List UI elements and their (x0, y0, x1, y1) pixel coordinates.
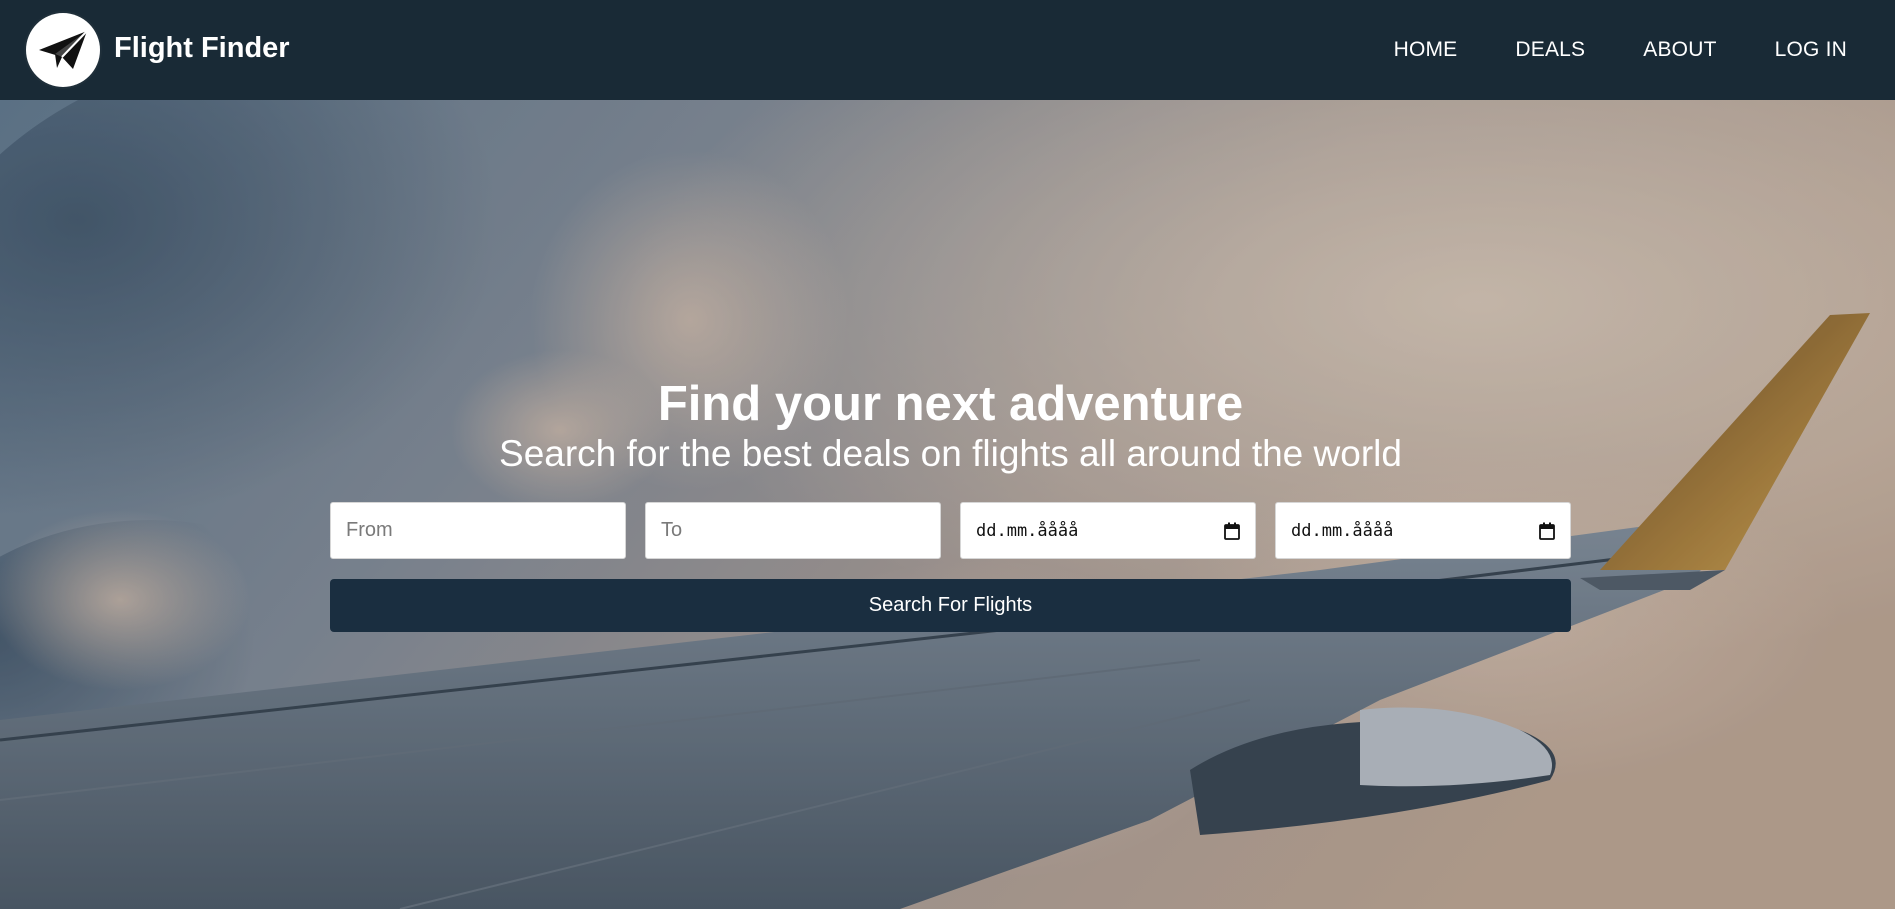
nav-deals[interactable]: DEALS (1515, 38, 1585, 62)
main-nav: HOME DEALS ABOUT LOG IN (1336, 38, 1847, 62)
hero-title: Find your next adventure (657, 377, 1244, 431)
nav-login[interactable]: LOG IN (1775, 38, 1847, 62)
nav-about[interactable]: ABOUT (1643, 38, 1716, 62)
page: Flight Finder HOME DEALS ABOUT LOG IN Fi… (0, 0, 1895, 909)
nav-home[interactable]: HOME (1394, 38, 1458, 62)
search-panel: Find your next adventure Search for the … (330, 376, 1571, 632)
hero-section: Find your next adventure Search for the … (0, 100, 1895, 909)
depart-date-input[interactable]: dd.mm.åååå (960, 502, 1256, 559)
to-input[interactable]: To (645, 502, 941, 559)
brand-link[interactable]: Flight Finder (26, 13, 290, 87)
search-fields-row: From To dd.mm.åååå dd.mm.åååå (330, 502, 1571, 559)
hero-subtitle: Search for the best deals on flights all… (499, 433, 1402, 474)
calendar-icon[interactable] (1224, 522, 1240, 540)
paper-plane-icon[interactable] (26, 13, 100, 87)
calendar-icon[interactable] (1539, 522, 1555, 540)
search-flights-button[interactable]: Search For Flights (330, 579, 1571, 632)
return-date-input[interactable]: dd.mm.åååå (1275, 502, 1571, 559)
return-date-value: dd.mm.åååå (1291, 520, 1394, 541)
brand-name[interactable]: Flight Finder (114, 32, 290, 65)
depart-date-value: dd.mm.åååå (976, 520, 1079, 541)
from-input[interactable]: From (330, 502, 626, 559)
top-navbar: Flight Finder HOME DEALS ABOUT LOG IN (0, 0, 1895, 100)
